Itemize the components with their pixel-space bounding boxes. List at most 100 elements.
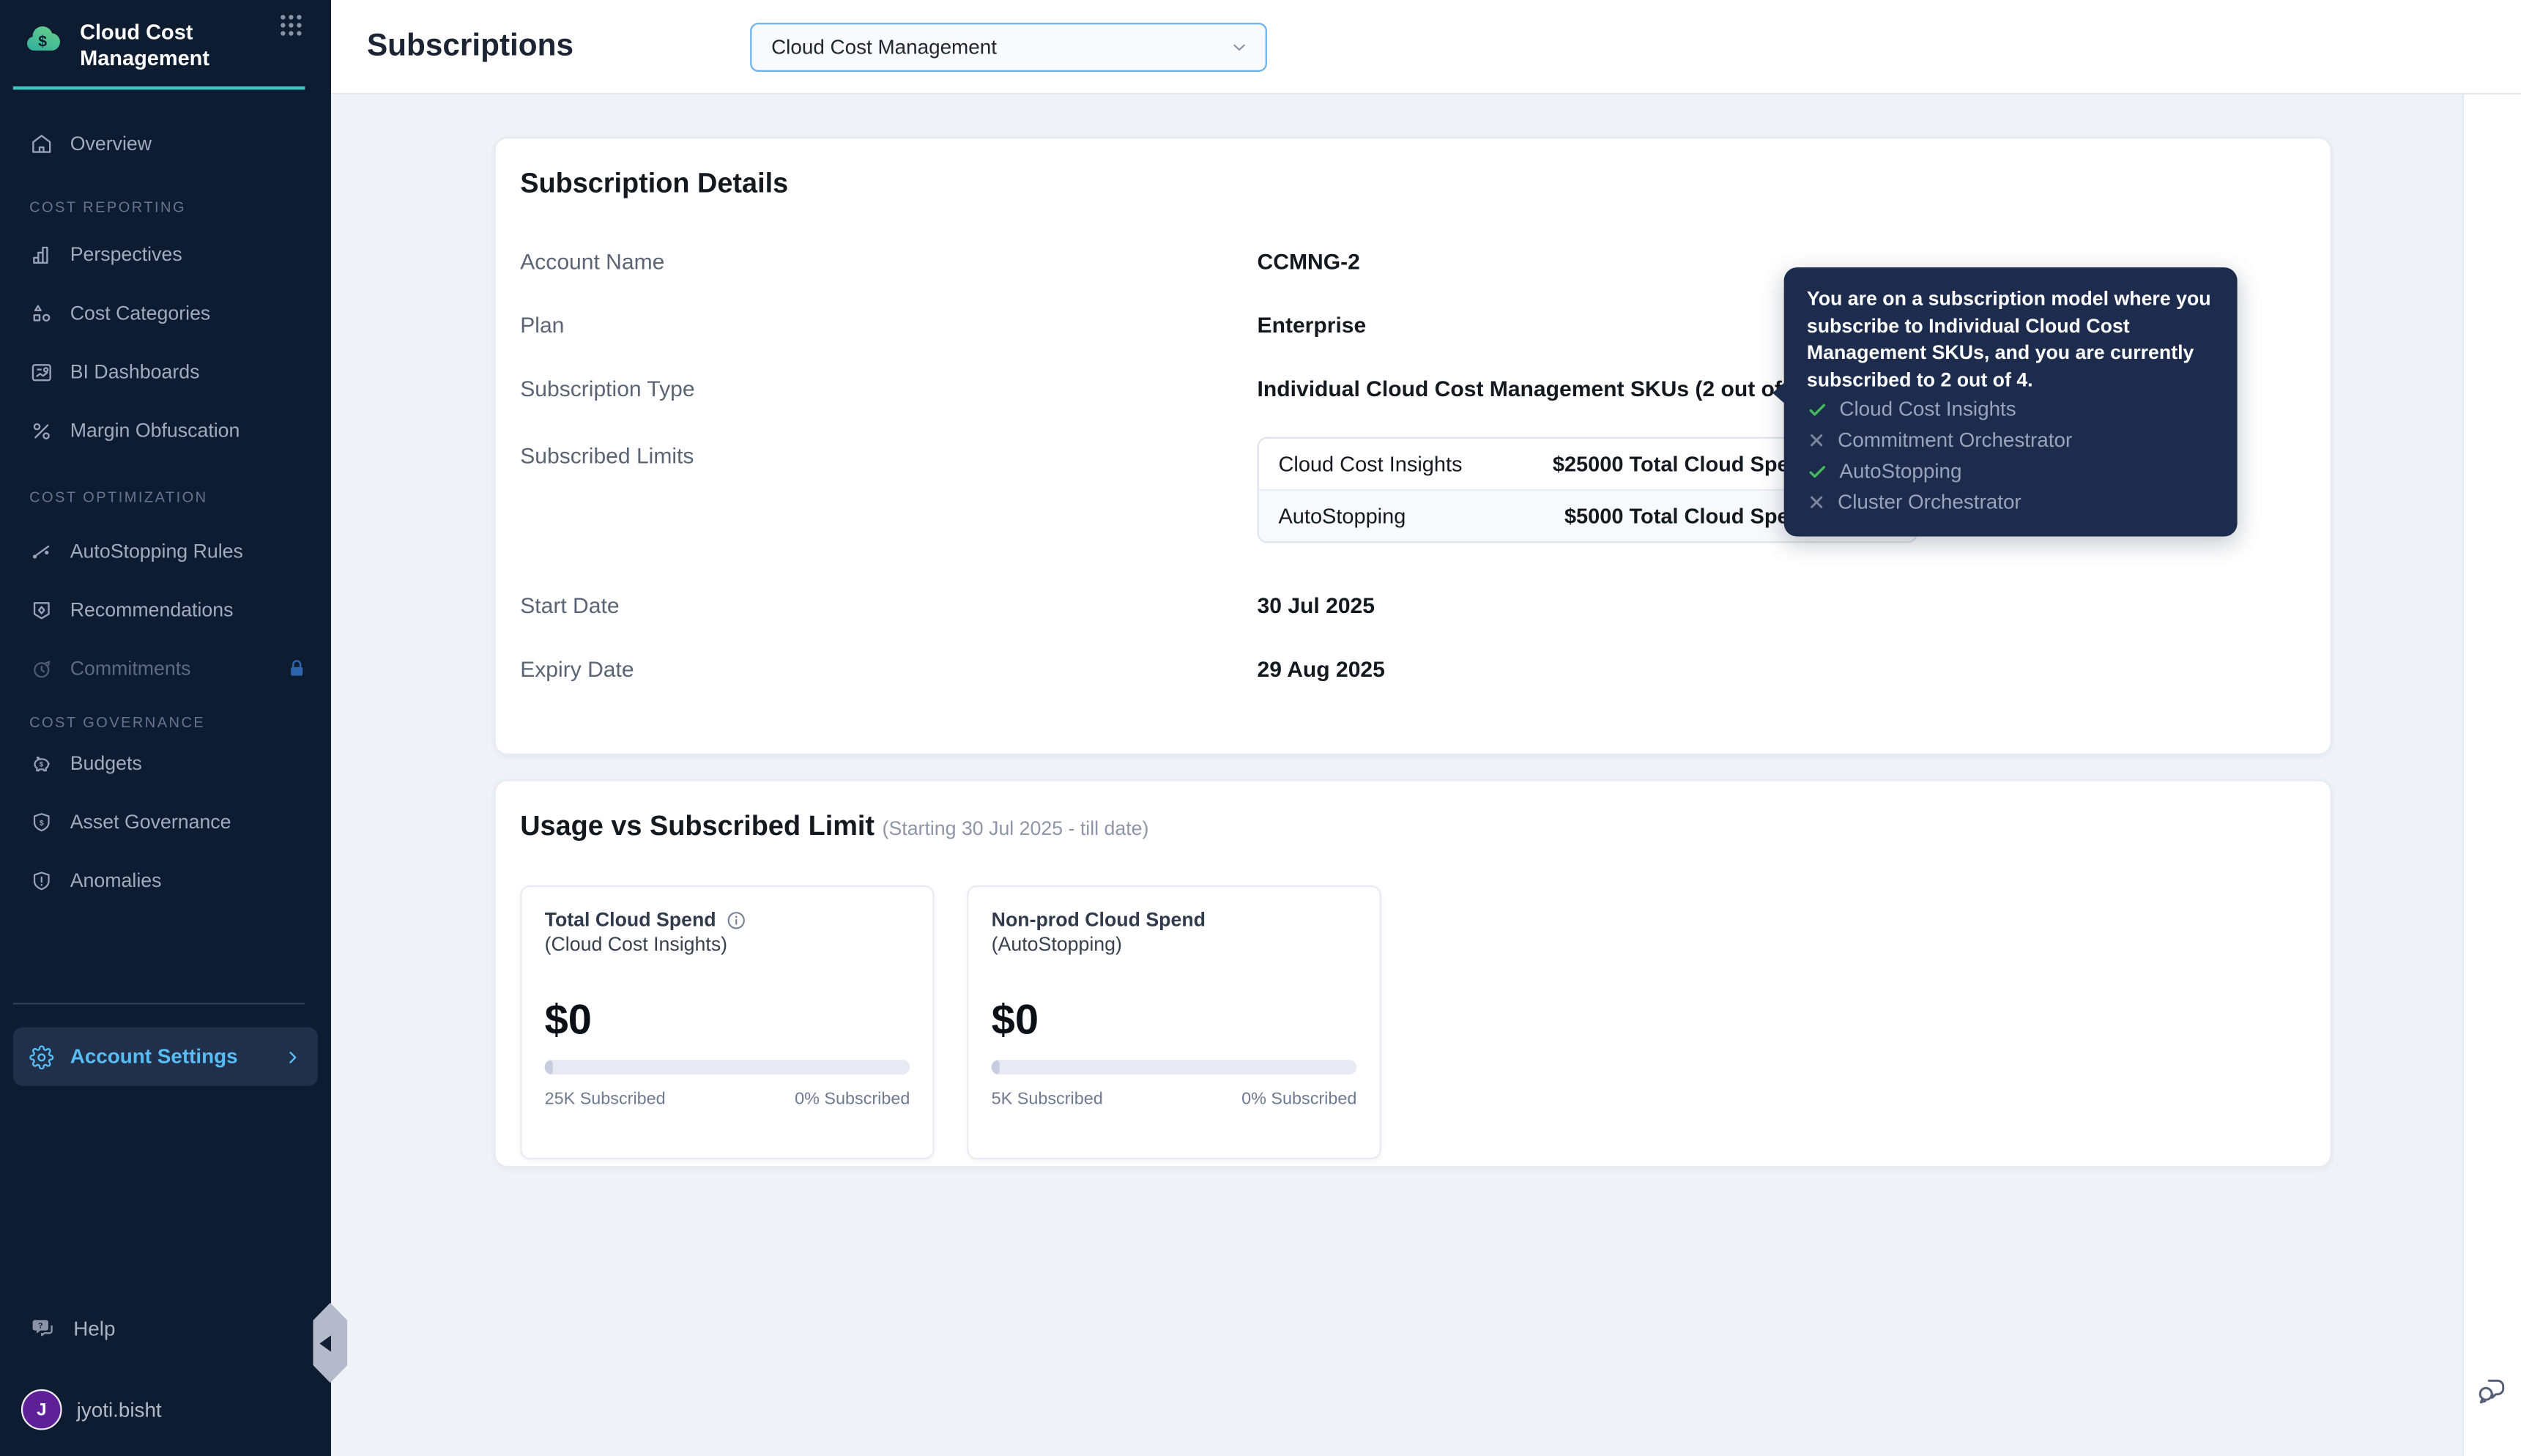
account-name-label: Account Name [520, 249, 665, 275]
sidebar-item-label: Recommendations [70, 598, 234, 622]
usage-card-value: $0 [991, 995, 1039, 1044]
tooltip-sku-label: Cluster Orchestrator [1838, 491, 2021, 514]
shield-dollar-icon: $ [29, 809, 53, 833]
page-header: Subscriptions Cloud Cost Management [330, 0, 2521, 95]
main-area: Subscriptions Cloud Cost Management Subs… [330, 0, 2521, 1456]
resource-center-chat-icon[interactable] [2476, 1375, 2509, 1408]
sidebar-item-label: BI Dashboards [70, 360, 200, 384]
sidebar-divider [12, 1003, 305, 1005]
check-icon [1809, 403, 1826, 415]
start-date-row: Start Date 30 Jul 2025 [520, 574, 2330, 638]
avatar: J [21, 1389, 62, 1430]
sidebar-item-label: Account Settings [70, 1045, 238, 1069]
collapse-left-arrow-icon [319, 1334, 331, 1351]
start-date-value: 30 Jul 2025 [1257, 593, 1375, 618]
info-icon[interactable] [726, 909, 747, 930]
sidebar-item-anomalies[interactable]: Anomalies [0, 855, 331, 907]
cross-icon [1811, 434, 1823, 447]
usage-subscribed-percent: 0% Subscribed [795, 1089, 910, 1109]
module-select[interactable]: Cloud Cost Management [750, 23, 1267, 72]
page-title: Subscriptions [366, 28, 573, 63]
piggy-bank-icon: $ [29, 751, 53, 775]
start-date-label: Start Date [520, 593, 620, 618]
subscribed-limits-label: Subscribed Limits [520, 443, 694, 468]
help-label: Help [73, 1317, 116, 1341]
subscription-type-value: Individual Cloud Cost Management SKUs (2… [1257, 376, 1808, 401]
sidebar-item-label: Budgets [70, 751, 142, 775]
sidebar-item-cost-categories[interactable]: Cost Categories [0, 287, 331, 339]
usage-subscribed-amount: 5K Subscribed [991, 1089, 1103, 1109]
nav-section-cost-governance: COST GOVERNANCE [29, 714, 206, 731]
percent-icon [29, 418, 53, 442]
nav-section-cost-optimization: COST OPTIMIZATION [29, 489, 208, 506]
sidebar-item-label: Margin Obfuscation [70, 419, 240, 442]
plan-label: Plan [520, 313, 565, 338]
usage-card-value: $0 [544, 995, 593, 1044]
app-root: $ Cloud Cost Management Overview COST RE… [0, 0, 2521, 1456]
subscription-type-label: Subscription Type [520, 376, 695, 401]
sidebar-item-account-settings[interactable]: Account Settings [12, 1027, 319, 1086]
recommendation-icon [29, 598, 53, 622]
usage-card-title: Non-prod Cloud Spend [991, 908, 1206, 932]
nav-section-cost-reporting: COST REPORTING [29, 198, 187, 215]
expiry-date-row: Expiry Date 29 Aug 2025 [520, 638, 2330, 702]
usage-progress-fill [991, 1060, 1000, 1075]
svg-text:$: $ [40, 819, 44, 827]
shapes-icon [29, 301, 53, 325]
sidebar-item-overview[interactable]: Overview [0, 117, 331, 169]
chevron-right-icon [283, 1047, 301, 1065]
tooltip-sku-item: Cluster Orchestrator [1807, 488, 2215, 517]
sidebar-item-margin-obfuscation[interactable]: Margin Obfuscation [0, 404, 331, 456]
sidebar-item-commitments[interactable]: Commitments [0, 642, 331, 694]
bar-chart-icon [29, 242, 53, 267]
tooltip-arrow [1772, 381, 1786, 405]
right-rail [2462, 94, 2521, 1456]
dashboard-icon [29, 360, 53, 384]
subscription-details-card: Subscription Details Account Name CCMNG-… [494, 137, 2332, 755]
sidebar-item-perspectives[interactable]: Perspectives [0, 229, 331, 281]
avatar-initial: J [36, 1400, 47, 1420]
sidebar-item-autostopping-rules[interactable]: AutoStopping Rules [0, 525, 331, 577]
help-chat-icon: ? [29, 1316, 57, 1342]
sidebar-item-label: Asset Governance [70, 810, 231, 833]
sidebar-item-recommendations[interactable]: Recommendations [0, 584, 331, 636]
usage-card-subtitle: (Cloud Cost Insights) [544, 932, 728, 956]
commitments-icon [29, 656, 53, 680]
sidebar-item-asset-governance[interactable]: $ Asset Governance [0, 795, 331, 847]
sidebar: $ Cloud Cost Management Overview COST RE… [0, 0, 348, 1456]
app-grid-icon[interactable] [277, 12, 305, 40]
user-menu[interactable]: J jyoti.bisht [0, 1389, 331, 1430]
account-name-value: CCMNG-2 [1257, 249, 1360, 275]
svg-text:$: $ [40, 760, 44, 768]
usage-progress-bar [544, 1060, 910, 1075]
usage-card-title: Total Cloud Spend [544, 908, 716, 932]
check-icon [1809, 465, 1826, 478]
sidebar-item-label: Overview [70, 132, 152, 155]
svg-text:?: ? [38, 1321, 43, 1330]
help-button[interactable]: ? Help [0, 1310, 331, 1348]
sidebar-item-label: AutoStopping Rules [70, 539, 243, 563]
tooltip-sku-label: Commitment Orchestrator [1838, 428, 2073, 452]
sidebar-item-budgets[interactable]: $ Budgets [0, 737, 331, 789]
sidebar-item-bi-dashboards[interactable]: BI Dashboards [0, 346, 331, 398]
usage-heading-range: (Starting 30 Jul 2025 - till date) [882, 817, 1149, 840]
plan-value: Enterprise [1257, 313, 1367, 338]
tooltip-sku-item: Commitment Orchestrator [1807, 426, 2215, 455]
usage-card-nonprod-cloud-spend: Non-prod Cloud Spend (AutoStopping) $0 5… [967, 885, 1381, 1159]
sidebar-item-label: Perspectives [70, 242, 182, 266]
home-icon [29, 131, 53, 155]
tooltip-sku-label: AutoStopping [1839, 459, 1962, 483]
sidebar-bottom: ? Help J jyoti.bisht [0, 1310, 331, 1456]
module-select-value: Cloud Cost Management [771, 35, 997, 59]
expiry-date-label: Expiry Date [520, 657, 634, 682]
sku-name-cell: Cloud Cost Insights [1278, 451, 1463, 477]
usage-heading-text: Usage vs Subscribed Limit [520, 810, 875, 842]
autostopping-icon [29, 539, 53, 563]
usage-cards-row: Total Cloud Spend (Cloud Cost Insights) … [520, 885, 2330, 1159]
shield-alert-icon [29, 869, 53, 893]
tooltip-sku-label: Cloud Cost Insights [1839, 398, 2016, 421]
usage-subscribed-amount: 25K Subscribed [544, 1089, 666, 1109]
content-area: Subscription Details Account Name CCMNG-… [330, 94, 2465, 1456]
sidebar-item-label: Anomalies [70, 869, 162, 892]
sidebar-nav: Overview COST REPORTING Perspectives Cos… [0, 89, 331, 913]
